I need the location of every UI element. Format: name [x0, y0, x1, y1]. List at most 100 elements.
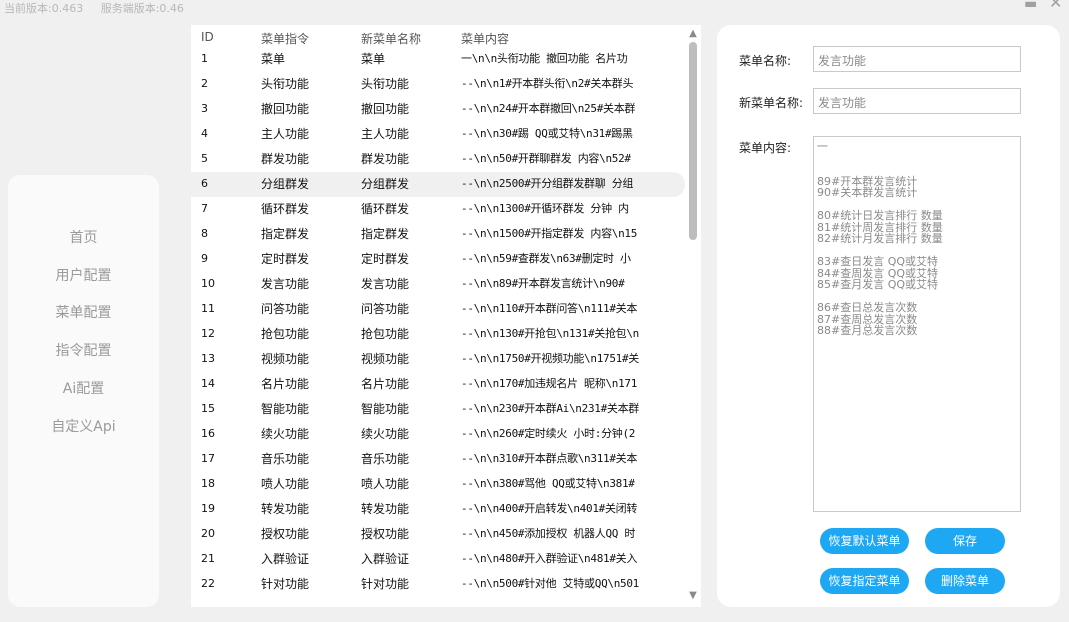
table-row[interactable]: 2 头衔功能 头衔功能 --\n\n1#开本群头衔\n2#关本群头 [191, 72, 685, 97]
sidebar-item-home[interactable]: 首页 [8, 227, 159, 247]
sidebar-item-user-config[interactable]: 用户配置 [8, 265, 159, 285]
table-row[interactable]: 5 群发功能 群发功能 --\n\n50#开群聊群发 内容\n52# [191, 147, 685, 172]
header-id[interactable]: ID [201, 30, 214, 44]
table-row[interactable]: 19 转发功能 转发功能 --\n\n400#开启转发\n401#关闭转 [191, 497, 685, 522]
sidebar-item-command-config[interactable]: 指令配置 [8, 340, 159, 360]
row-id: 21 [201, 552, 215, 565]
table-row[interactable]: 12 抢包功能 抢包功能 --\n\n130#开抢包\n131#关抢包\n [191, 322, 685, 347]
table-row[interactable]: 17 音乐功能 音乐功能 --\n\n310#开本群点歌\n311#关本 [191, 447, 685, 472]
restore-specified-menu-button[interactable]: 恢复指定菜单 [820, 568, 909, 594]
table-row[interactable]: 4 主人功能 主人功能 --\n\n30#踢 QQ或艾特\n31#踢黑 [191, 122, 685, 147]
row-new-name: 群发功能 [361, 152, 410, 166]
sidebar-item-ai-config[interactable]: Ai配置 [8, 378, 159, 398]
save-button[interactable]: 保存 [925, 528, 1005, 554]
row-new-name: 头衔功能 [361, 77, 410, 91]
row-command: 群发功能 [261, 152, 310, 166]
row-id: 13 [201, 352, 215, 365]
row-new-name: 名片功能 [361, 377, 410, 391]
row-id: 9 [201, 252, 208, 265]
row-new-name: 发言功能 [361, 277, 410, 291]
row-new-name: 入群验证 [361, 552, 410, 566]
row-content: --\n\n1300#开循环群发 分钟 内 [461, 202, 629, 215]
row-content: --\n\n380#骂他 QQ或艾特\n381# [461, 477, 635, 490]
client-version-label: 当前版本:0.463 [4, 2, 84, 15]
header-command[interactable]: 菜单指令 [261, 30, 309, 47]
table-row[interactable]: 8 指定群发 指定群发 --\n\n1500#开指定群发 内容\n15 [191, 222, 685, 247]
row-command: 主人功能 [261, 127, 310, 141]
row-id: 7 [201, 202, 208, 215]
menu-name-field[interactable]: 发言功能 [813, 46, 1021, 72]
row-command: 智能功能 [261, 402, 310, 416]
table-row[interactable]: 7 循环群发 循环群发 --\n\n1300#开循环群发 分钟 内 [191, 197, 685, 222]
row-command: 问答功能 [261, 302, 310, 316]
table-row[interactable]: 14 名片功能 名片功能 --\n\n170#加违规名片 昵称\n171 [191, 372, 685, 397]
delete-menu-button[interactable]: 删除菜单 [925, 568, 1005, 594]
new-menu-name-field[interactable]: 发言功能 [813, 88, 1021, 114]
row-command: 分组群发 [261, 177, 310, 191]
header-new-name[interactable]: 新菜单名称 [361, 30, 421, 47]
table-row[interactable]: 1 菜单 菜单 一\n\n头衔功能 撤回功能 名片功 [191, 47, 685, 72]
row-content: --\n\n170#加违规名片 昵称\n171 [461, 377, 638, 390]
table-row[interactable]: 11 问答功能 问答功能 --\n\n110#开本群问答\n111#关本 [191, 297, 685, 322]
row-id: 1 [201, 52, 208, 65]
table-row[interactable]: 13 视频功能 视频功能 --\n\n1750#开视频功能\n1751#关 [191, 347, 685, 372]
menu-content-textarea[interactable]: 一 89#开本群发言统计 90#关本群发言统计 80#统计日发言排行 数量 81… [813, 136, 1021, 512]
row-id: 17 [201, 452, 215, 465]
table-row[interactable]: 18 喷人功能 喷人功能 --\n\n380#骂他 QQ或艾特\n381# [191, 472, 685, 497]
table-row[interactable]: 15 智能功能 智能功能 --\n\n230#开本群Ai\n231#关本群 [191, 397, 685, 422]
row-new-name: 视频功能 [361, 352, 410, 366]
menu-editor-panel: 菜单名称: 发言功能 新菜单名称: 发言功能 菜单内容: 一 89#开本群发言统… [717, 25, 1060, 607]
table-row[interactable]: 10 发言功能 发言功能 --\n\n89#开本群发言统计\n90# [191, 272, 685, 297]
row-content: --\n\n2500#开分组群发群聊 分组 [461, 177, 634, 190]
row-content: --\n\n89#开本群发言统计\n90# [461, 277, 625, 290]
row-id: 3 [201, 102, 208, 115]
row-content: --\n\n1750#开视频功能\n1751#关 [461, 352, 640, 365]
sidebar-item-menu-config[interactable]: 菜单配置 [8, 302, 159, 322]
version-info: 当前版本:0.463 服务端版本:0.46 [4, 0, 198, 15]
scroll-thumb[interactable] [689, 42, 697, 240]
row-id: 6 [201, 177, 208, 190]
row-id: 11 [201, 302, 215, 315]
row-command: 循环群发 [261, 202, 310, 216]
minimize-icon[interactable]: ▬ [1024, 0, 1037, 11]
table-row[interactable]: 3 撤回功能 撤回功能 --\n\n24#开本群撤回\n25#关本群 [191, 97, 685, 122]
sidebar-item-custom-api[interactable]: 自定义Api [8, 416, 159, 436]
row-command: 针对功能 [261, 577, 310, 591]
scroll-up-icon[interactable]: ▲ [686, 27, 700, 41]
table-row[interactable]: 16 续火功能 续火功能 --\n\n260#定时续火 小时:分钟(2 [191, 422, 685, 447]
table-row[interactable]: 20 授权功能 授权功能 --\n\n450#添加授权 机器人QQ 时 [191, 522, 685, 547]
table-row[interactable]: 21 入群验证 入群验证 --\n\n480#开入群验证\n481#关入 [191, 547, 685, 572]
row-content: --\n\n59#查群发\n63#删定时 小 [461, 252, 631, 265]
row-content: --\n\n1#开本群头衔\n2#关本群头 [461, 77, 634, 90]
close-icon[interactable]: ✕ [1049, 0, 1062, 11]
table-row[interactable]: 6 分组群发 分组群发 --\n\n2500#开分组群发群聊 分组 [191, 172, 685, 197]
row-id: 4 [201, 127, 208, 140]
row-command: 菜单 [261, 52, 286, 66]
row-new-name: 撤回功能 [361, 102, 410, 116]
row-new-name: 针对功能 [361, 577, 410, 591]
row-content: --\n\n1500#开指定群发 内容\n15 [461, 227, 638, 240]
restore-default-menu-button[interactable]: 恢复默认菜单 [820, 528, 909, 554]
row-content: --\n\n50#开群聊群发 内容\n52# [461, 152, 631, 165]
row-command: 入群验证 [261, 552, 310, 566]
row-content: --\n\n24#开本群撤回\n25#关本群 [461, 102, 636, 115]
header-content[interactable]: 菜单内容 [461, 30, 509, 47]
row-new-name: 分组群发 [361, 177, 410, 191]
row-command: 授权功能 [261, 527, 310, 541]
row-content: --\n\n260#定时续火 小时:分钟(2 [461, 427, 636, 440]
new-menu-name-label: 新菜单名称: [739, 96, 804, 110]
row-id: 8 [201, 227, 208, 240]
sidebar-nav: 首页 用户配置 菜单配置 指令配置 Ai配置 自定义Api [8, 175, 159, 607]
table-row[interactable]: 9 定时群发 定时群发 --\n\n59#查群发\n63#删定时 小 [191, 247, 685, 272]
row-content: --\n\n30#踢 QQ或艾特\n31#踢黑 [461, 127, 633, 140]
scroll-down-icon[interactable]: ▼ [686, 589, 700, 603]
vertical-scrollbar[interactable]: ▲ ▼ [685, 25, 701, 607]
table-row[interactable]: 22 针对功能 针对功能 --\n\n500#针对他 艾特或QQ\n501 [191, 572, 685, 597]
row-content: --\n\n450#添加授权 机器人QQ 时 [461, 527, 636, 540]
row-command: 续火功能 [261, 427, 310, 441]
menu-content-label: 菜单内容: [739, 141, 792, 155]
row-command: 喷人功能 [261, 477, 310, 491]
row-new-name: 菜单 [361, 52, 386, 66]
row-new-name: 循环群发 [361, 202, 410, 216]
row-new-name: 定时群发 [361, 252, 410, 266]
